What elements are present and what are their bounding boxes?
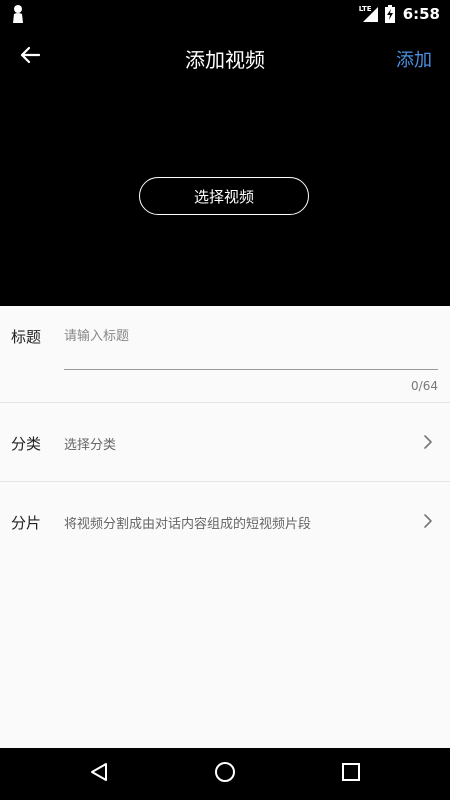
screen: LTE 6:58 添加视频 添加 选择视频 标题 请输入标题 0/64 分类 选… [0, 0, 450, 800]
status-bar: LTE 6:58 [0, 0, 450, 28]
select-video-button[interactable]: 选择视频 [139, 177, 309, 215]
add-button[interactable]: 添加 [396, 46, 432, 72]
video-preview-area: 选择视频 [0, 86, 450, 306]
nav-home-button[interactable] [211, 760, 239, 788]
lock-person-icon [11, 4, 27, 24]
title-input[interactable] [64, 326, 438, 346]
toolbar: 添加视频 添加 [0, 28, 450, 86]
recents-square-icon [341, 762, 361, 786]
chevron-right-icon [422, 513, 434, 529]
nav-recents-button[interactable] [337, 760, 365, 788]
category-value: 选择分类 [64, 438, 117, 453]
title-label: 标题 [11, 328, 42, 346]
nav-back-button[interactable] [85, 760, 113, 788]
segment-row[interactable]: 分片 将视频分割成由对话内容组成的短视频片段 [0, 482, 450, 560]
segment-label: 分片 [11, 514, 42, 532]
segment-value: 将视频分割成由对话内容组成的短视频片段 [64, 517, 312, 532]
status-icons: LTE 6:58 [359, 4, 440, 24]
page-title: 添加视频 [185, 48, 265, 72]
system-nav-bar [0, 748, 450, 800]
chevron-right-icon [422, 434, 434, 450]
home-circle-icon [214, 761, 236, 787]
title-row: 标题 0/64 [0, 306, 450, 402]
lte-signal-icon: LTE [359, 5, 379, 23]
back-triangle-icon [88, 761, 110, 787]
title-input-underline [64, 369, 438, 370]
category-label: 分类 [11, 435, 42, 453]
status-time: 6:58 [402, 5, 440, 23]
battery-charging-icon [384, 5, 395, 23]
form-area: 标题 0/64 分类 选择分类 分片 将视频分割成由对话内容组成的短视频片段 [0, 306, 450, 748]
title-char-counter: 0/64 [411, 379, 438, 393]
category-row[interactable]: 分类 选择分类 [0, 403, 450, 481]
